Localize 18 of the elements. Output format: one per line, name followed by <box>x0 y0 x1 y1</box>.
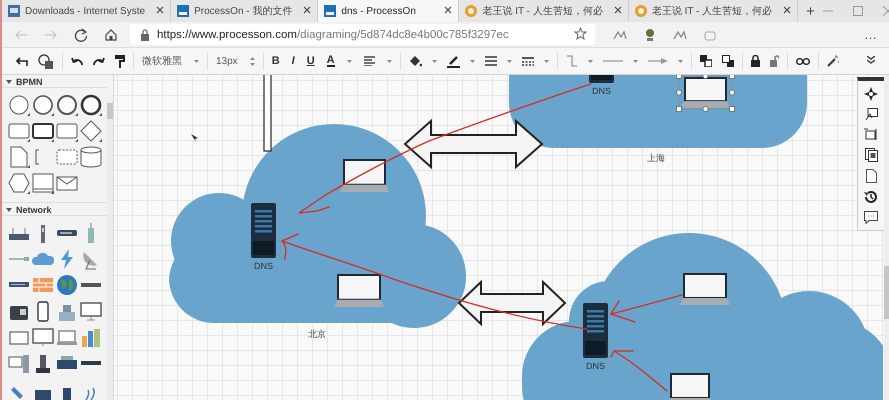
font-size-field[interactable]: 13px <box>216 56 255 66</box>
font-color-button[interactable]: A <box>326 55 335 67</box>
section-title[interactable]: Network <box>16 205 52 215</box>
section-title[interactable]: BPMN <box>16 77 42 87</box>
server-label: DNS <box>254 261 273 271</box>
italic-button[interactable]: I <box>292 55 295 67</box>
address-field[interactable]: https://www.processon.com/diagraming/5d874dc8e4b00c785f3297ec <box>130 24 595 45</box>
underline-button[interactable]: U <box>306 55 315 67</box>
region-label: 北京 <box>308 329 326 339</box>
url-text: https://www.processon.com/diagraming/5d874dc8e4b00c785f3297ec <box>157 28 509 40</box>
server-label: DNS <box>592 86 611 96</box>
new-tab-button[interactable]: + <box>798 2 823 20</box>
font-dropdown[interactable]: 微软雅黑 <box>142 54 199 68</box>
bold-button[interactable]: B <box>272 55 280 67</box>
server-label: DNS <box>586 361 605 371</box>
region-label: 上海 <box>647 153 665 163</box>
more-button[interactable]: … <box>864 27 877 42</box>
browser-tab[interactable]: dns - ProcessOn <box>318 0 460 22</box>
